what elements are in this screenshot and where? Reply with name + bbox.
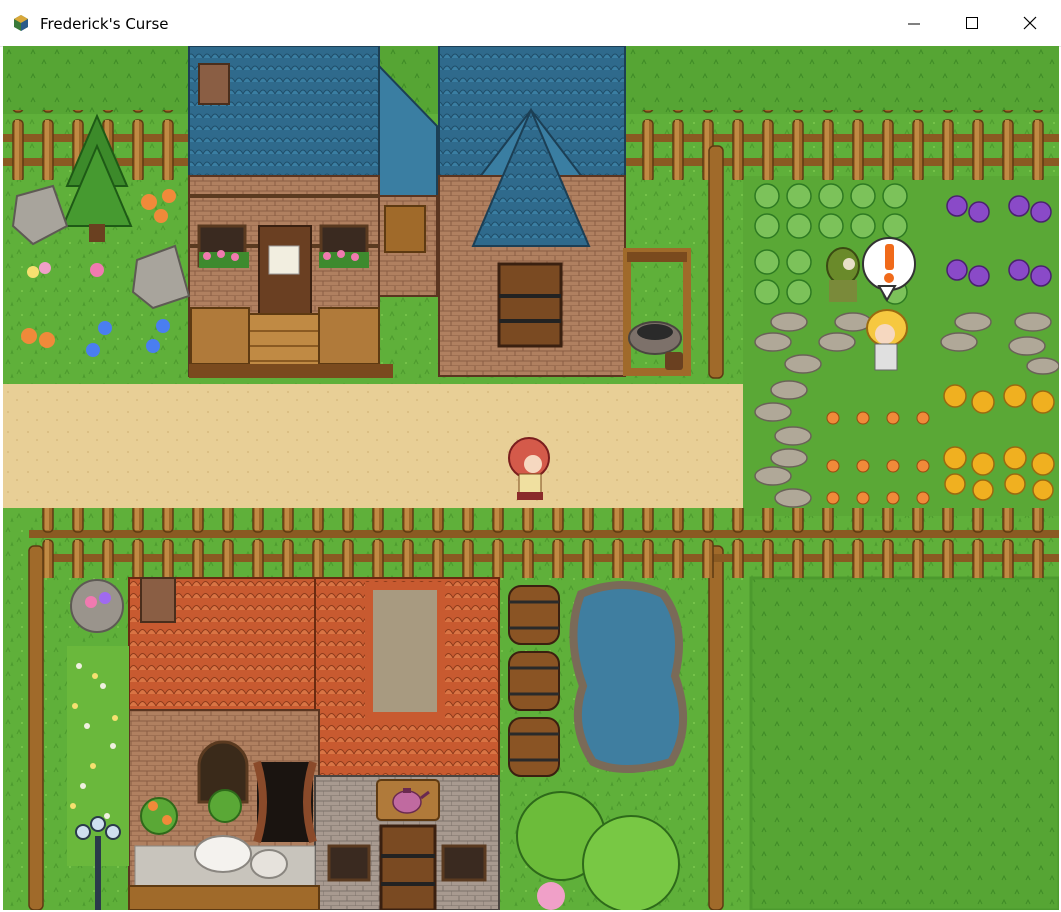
- rpg-maker-icon: [14, 15, 28, 31]
- village-map: [3, 46, 1059, 910]
- window-titlebar[interactable]: Frederick's Curse: [0, 0, 1061, 47]
- minimize-button[interactable]: [885, 0, 943, 46]
- pond: [569, 581, 687, 773]
- blue-roof-house-right: [438, 46, 626, 377]
- scarecrow: [826, 247, 860, 302]
- close-button[interactable]: [1001, 0, 1059, 46]
- maximize-button[interactable]: [943, 0, 1001, 46]
- close-icon: [1023, 16, 1037, 30]
- game-viewport[interactable]: [3, 46, 1059, 910]
- maximize-icon: [966, 17, 978, 29]
- red-roof-house: [128, 577, 500, 910]
- minimize-icon: [908, 23, 920, 25]
- fence-top-right: [625, 110, 1059, 180]
- barrels: [508, 585, 560, 777]
- fence-middle: [29, 508, 1059, 578]
- window-title: Frederick's Curse: [40, 15, 169, 33]
